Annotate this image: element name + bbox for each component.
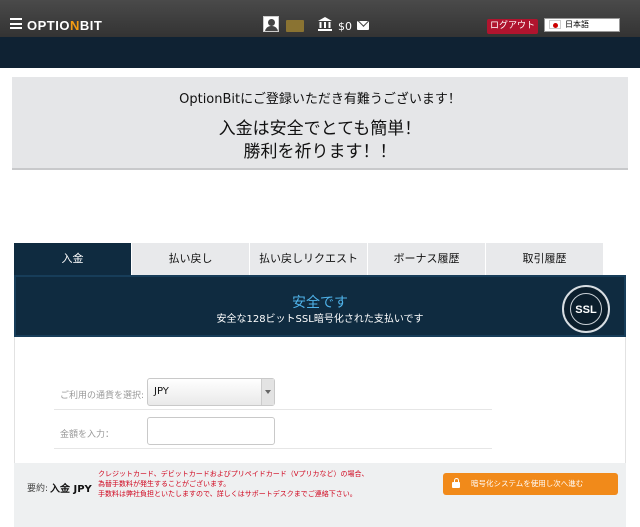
security-subtitle: 安全な128ビットSSL暗号化された支払いです	[216, 314, 424, 325]
welcome-banner: OptionBitにご登録いただき有難うございます！ 入金は安全でとても簡単！ …	[12, 77, 628, 170]
tab-trade-history[interactable]: 取引履歴	[486, 243, 604, 275]
fee-note-line: 手数料は弊社負担といたしますので、詳しくはサポートデスクまでご連絡下さい。	[98, 490, 357, 498]
proceed-button[interactable]: 暗号化システムを使用し次へ進む	[443, 473, 618, 495]
divider	[54, 448, 492, 449]
tab-bonus-history[interactable]: ボーナス履歴	[368, 243, 486, 275]
tab-deposit[interactable]: 入金	[14, 243, 132, 275]
logout-button[interactable]: ログアウト	[487, 19, 538, 34]
ssl-badge-label: SSL	[570, 293, 602, 325]
welcome-line-1: OptionBitにご登録いただき有難うございます！	[179, 92, 461, 107]
ssl-badge-icon: SSL	[562, 285, 610, 333]
folder-icon[interactable]	[286, 20, 304, 32]
fee-note-line: 為替手数料が発生することがございます。	[98, 480, 231, 488]
fee-note-line: クレジットカード、デビットカードおよびプリペイドカード（Vプリカなど）の場合、	[98, 470, 369, 478]
amount-label: 金額を入力：	[60, 430, 115, 440]
welcome-line-3: 勝利を祈ります！！	[243, 142, 397, 162]
tab-withdrawal[interactable]: 払い戻し	[132, 243, 250, 275]
lock-icon	[452, 478, 460, 488]
proceed-button-label: 暗号化システムを使用し次へ進む	[471, 479, 584, 488]
bank-icon[interactable]	[318, 17, 332, 31]
mail-icon[interactable]	[357, 21, 369, 30]
amount-input[interactable]	[147, 417, 275, 445]
cashier-tabs: 入金 払い戻し 払い戻しリクエスト ボーナス履歴 取引履歴	[14, 243, 604, 275]
balance-amount: $0	[338, 20, 352, 33]
summary-bar: 要約: 入金 JPY クレジットカード、デビットカードおよびプリペイドカード（V…	[14, 463, 626, 527]
summary-label: 要約:	[27, 484, 49, 494]
top-bar: OPTIONBIT $0 ログアウト 日本語	[0, 0, 640, 37]
avatar-icon[interactable]	[263, 16, 279, 32]
currency-value: JPY	[154, 386, 169, 397]
flag-jp-icon	[549, 20, 561, 29]
nav-band	[0, 37, 640, 68]
welcome-line-2: 入金は安全でとても簡単！	[218, 119, 422, 139]
chevron-down-icon	[261, 379, 274, 405]
security-title: 安全です	[292, 295, 348, 311]
summary-value: 入金 JPY	[50, 484, 92, 495]
language-select[interactable]: 日本語	[544, 18, 620, 32]
tab-withdrawal-request[interactable]: 払い戻しリクエスト	[250, 243, 368, 275]
logo[interactable]: OPTIONBIT	[27, 18, 102, 33]
language-label: 日本語	[565, 20, 589, 29]
currency-label: ご利用の通貨を選択:	[60, 391, 145, 401]
divider	[54, 409, 492, 410]
security-header: 安全です 安全な128ビットSSL暗号化された支払いです SSL	[14, 275, 626, 337]
currency-select[interactable]: JPY	[147, 378, 275, 406]
fee-notes: クレジットカード、デビットカードおよびプリペイドカード（Vプリカなど）の場合、 …	[98, 469, 369, 499]
menu-icon[interactable]	[10, 18, 22, 29]
